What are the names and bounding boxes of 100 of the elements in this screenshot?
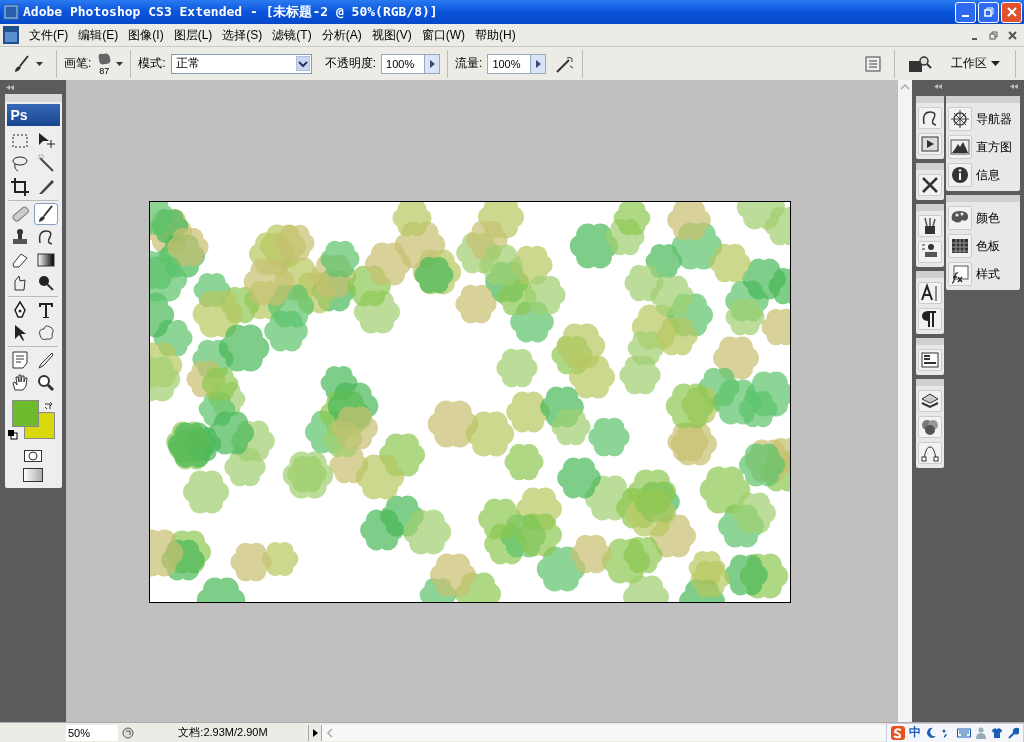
info-icon[interactable]	[950, 165, 970, 185]
slider-arrow-button[interactable]	[530, 54, 546, 73]
ps-logo: Ps	[6, 104, 60, 126]
minimize-button[interactable]	[955, 1, 976, 23]
panel-button[interactable]	[918, 390, 942, 412]
panel-button[interactable]	[918, 416, 942, 438]
mode-dropdown[interactable]: 正常	[170, 53, 312, 74]
tool-button[interactable]	[34, 203, 58, 225]
note-icon	[10, 350, 30, 370]
input-method-logo-icon[interactable]	[891, 725, 905, 740]
opacity-field[interactable]: 100%	[381, 53, 441, 74]
restore-button[interactable]	[978, 1, 999, 23]
window-title: Adobe Photoshop CS3 Extended - [未标题-2 @ 50%(RGB/8)]	[23, 3, 439, 21]
stamp-icon	[10, 227, 30, 247]
opacity-label: 不透明度:	[324, 55, 377, 72]
minimize-icon	[962, 14, 969, 17]
eyedropper-icon	[36, 350, 56, 370]
brush-icon	[12, 53, 32, 74]
menu-item[interactable]: 分析(A)	[316, 26, 367, 44]
slider-arrow-button[interactable]	[424, 54, 440, 73]
custom-shape-icon	[36, 323, 56, 343]
menu-item[interactable]: 窗口(W)	[416, 26, 470, 44]
move-arrow-icon	[36, 131, 56, 151]
panel-button[interactable]	[918, 241, 942, 263]
swap-colors-icon[interactable]	[44, 401, 53, 410]
brush-icon	[36, 204, 56, 224]
screen-mode-icon[interactable]	[23, 468, 43, 482]
dodge-icon	[36, 273, 56, 293]
panel-tab-label[interactable]: 导航器	[976, 110, 1012, 128]
layers-icon	[920, 391, 940, 411]
panel-button[interactable]	[918, 215, 942, 237]
panel-button[interactable]	[918, 349, 942, 371]
character-icon	[920, 283, 940, 303]
input-mode-toggle[interactable]: 中	[909, 724, 921, 741]
wheel-icon[interactable]	[950, 109, 970, 129]
caret-icon	[991, 61, 1000, 66]
crossed-tools-icon	[920, 175, 940, 195]
menu-item[interactable]: 滤镜(T)	[267, 26, 317, 44]
zoom-icon	[36, 373, 56, 393]
restore-icon	[988, 30, 998, 40]
background-color-swatch[interactable]	[24, 412, 55, 439]
panel-button[interactable]	[918, 174, 942, 196]
close-button[interactable]	[1001, 1, 1022, 23]
menu-item[interactable]: 视图(V)	[366, 26, 417, 44]
caret-icon	[116, 61, 124, 66]
menu-item[interactable]: 编辑(E)	[73, 26, 124, 44]
horizontal-scrollbar[interactable]	[322, 724, 886, 741]
document-size-info: 文档:2.93M/2.90M	[177, 725, 269, 740]
histogram-icon[interactable]	[950, 137, 970, 157]
zoom-level-field[interactable]: 50%	[66, 724, 118, 741]
lasso-icon	[10, 154, 30, 174]
marquee-icon	[10, 131, 30, 151]
panel-button[interactable]	[918, 282, 942, 304]
workspace-button[interactable]: 工作区	[943, 55, 1008, 72]
hand-icon	[10, 373, 30, 393]
collapse-arrows-icon[interactable]	[1010, 83, 1018, 89]
styles-icon[interactable]	[950, 264, 970, 284]
menu-item[interactable]: 帮助(H)	[470, 26, 521, 44]
status-icon[interactable]	[122, 726, 134, 739]
brush-picker[interactable]: 87	[96, 51, 124, 76]
layer-comps-icon	[920, 350, 940, 370]
panel-tab-label[interactable]: 色板	[976, 237, 1000, 255]
moon-icon[interactable]	[925, 726, 937, 739]
close-icon	[1007, 30, 1017, 40]
mode-label: 模式:	[138, 55, 166, 72]
caret-icon	[36, 61, 43, 66]
dropdown-arrow-icon[interactable]	[295, 56, 310, 71]
arrow-right-icon	[429, 59, 435, 68]
flow-field[interactable]: 100%	[487, 53, 547, 74]
paths-icon	[920, 443, 940, 463]
shirt-icon[interactable]	[991, 726, 1003, 739]
restore-icon	[983, 7, 994, 17]
app-icon	[3, 4, 19, 20]
panel-tab-label[interactable]: 样式	[976, 265, 1000, 283]
wrench-icon[interactable]	[1007, 726, 1019, 739]
panel-button[interactable]	[918, 133, 942, 155]
panel-button[interactable]	[918, 308, 942, 330]
collapse-arrows-icon[interactable]	[6, 84, 14, 90]
type-icon	[36, 300, 56, 320]
quick-mask-icon[interactable]	[24, 450, 42, 462]
vertical-scrollbar[interactable]	[898, 80, 912, 722]
tool-button[interactable]	[8, 176, 32, 198]
default-colors-icon[interactable]	[8, 430, 18, 440]
wand-icon	[36, 154, 56, 174]
keyboard-icon[interactable]	[957, 726, 971, 739]
bridge-search-icon[interactable]	[908, 54, 932, 73]
swatches-grid-icon[interactable]	[950, 236, 970, 256]
arrow-right-icon	[312, 728, 318, 737]
panel-tab-label[interactable]: 信息	[976, 166, 1000, 184]
menu-item[interactable]: 图像(I)	[123, 26, 169, 44]
panel-tab-label[interactable]: 颜色	[976, 209, 1000, 227]
menu-item[interactable]: 选择(S)	[217, 26, 268, 44]
foreground-color-swatch[interactable]	[12, 400, 39, 427]
menu-item[interactable]: 文件(F)	[24, 26, 74, 44]
panel-tab-label[interactable]: 直方图	[976, 138, 1012, 156]
arrow-right-icon	[535, 59, 541, 68]
menu-item[interactable]: 图层(L)	[168, 26, 218, 44]
collapse-arrows-icon[interactable]	[934, 83, 942, 89]
crop-icon	[10, 177, 30, 197]
document-icon	[3, 26, 19, 44]
